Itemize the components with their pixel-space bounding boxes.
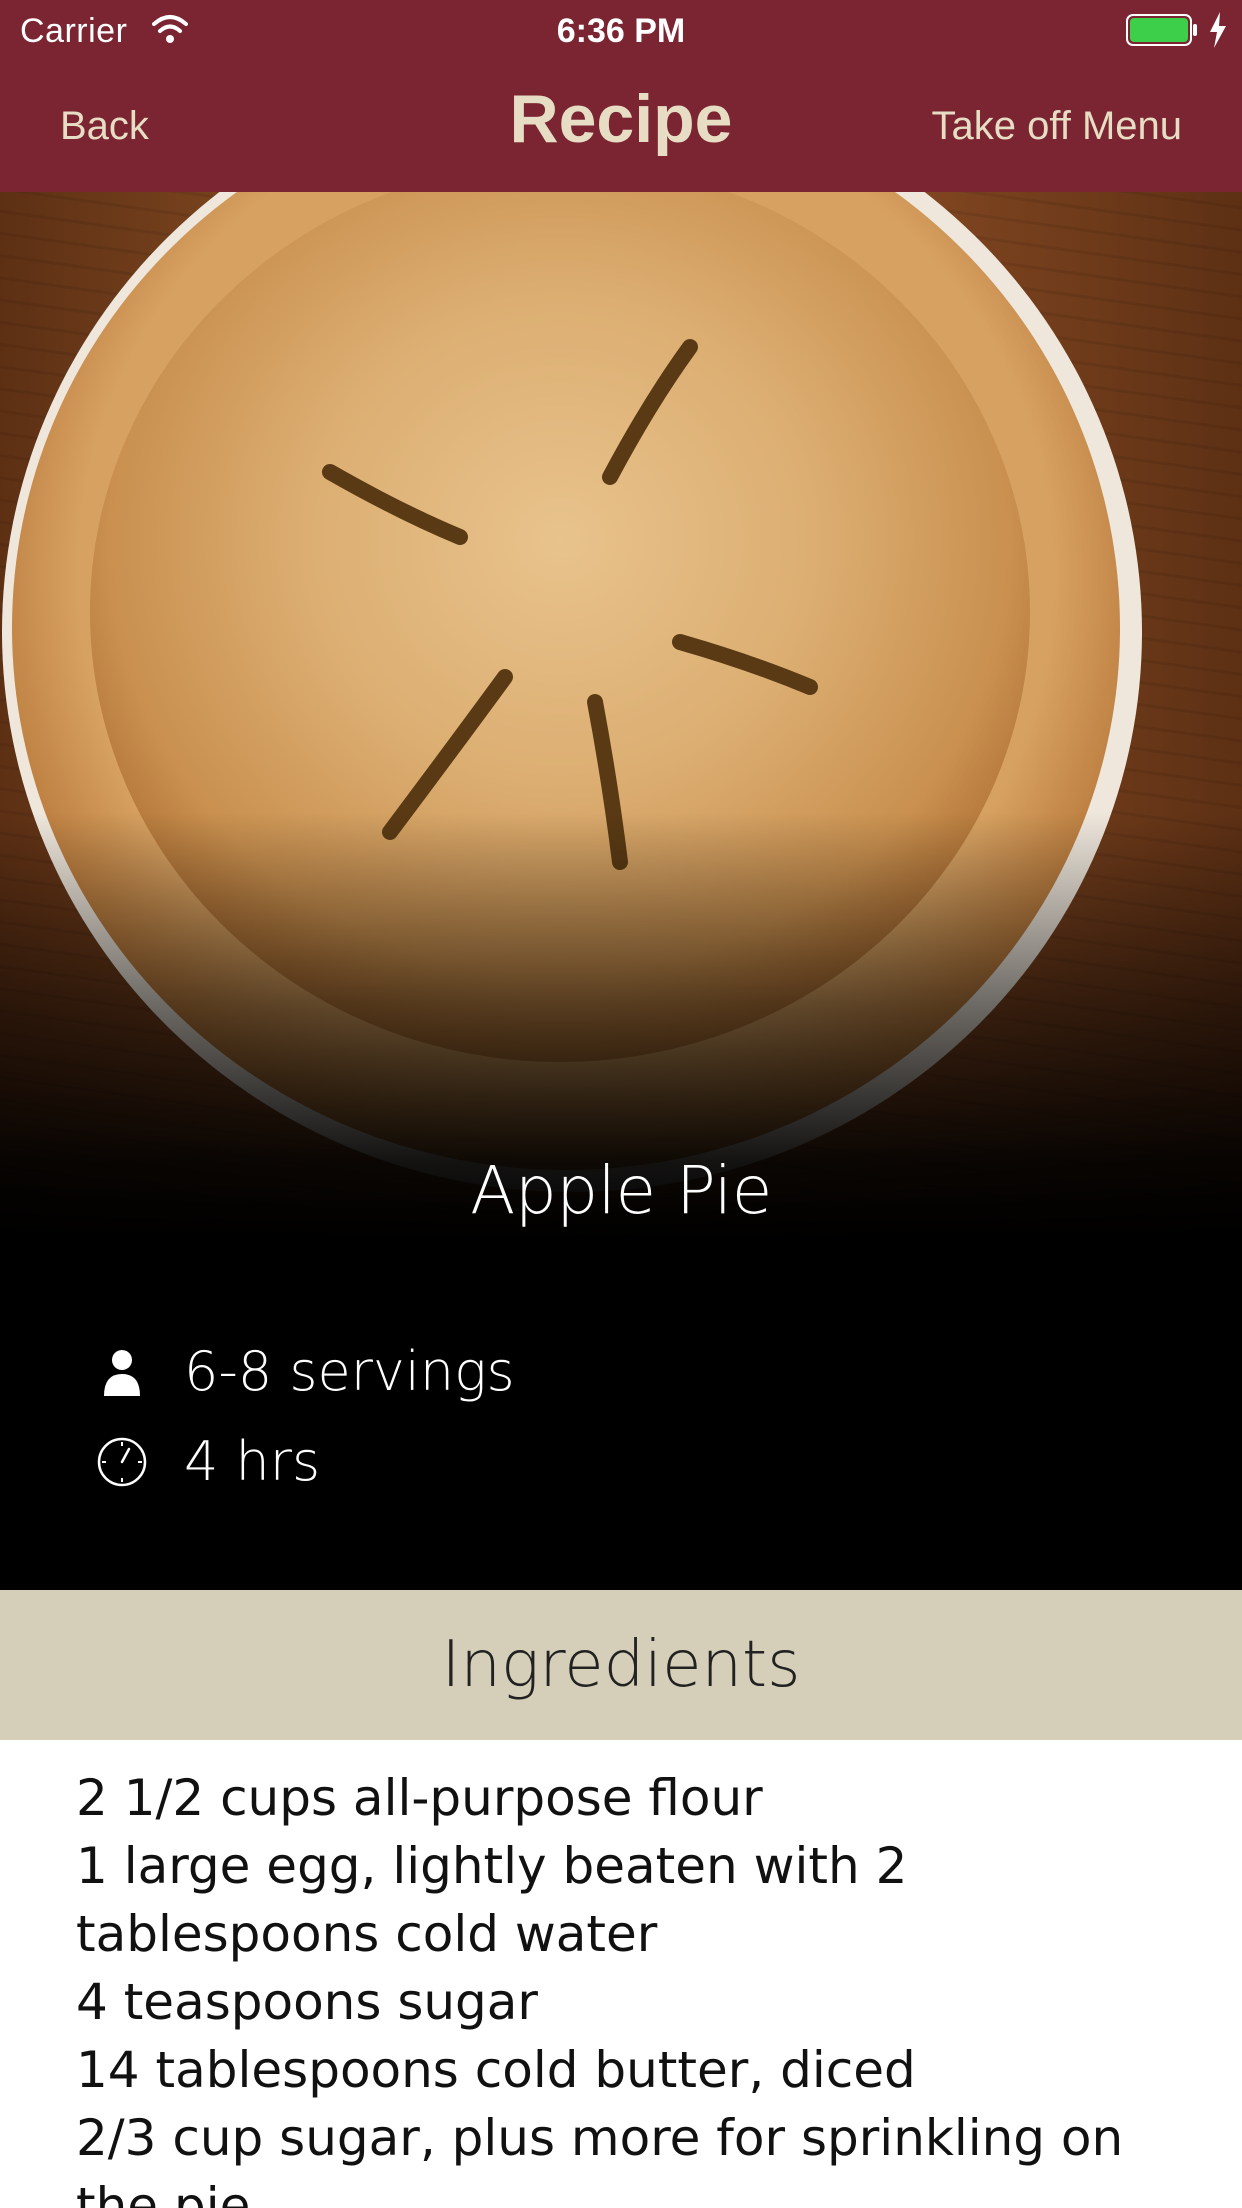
ingredient-item: 4 teaspoons sugar bbox=[76, 1973, 538, 2031]
charging-icon bbox=[1210, 12, 1226, 48]
back-button[interactable]: Back bbox=[60, 104, 149, 149]
ingredient-item: 1 large egg, lightly beaten with 2 table… bbox=[76, 1837, 908, 1963]
servings-text: 6-8 servings bbox=[184, 1340, 515, 1403]
battery-icon bbox=[1126, 14, 1197, 46]
servings-row: 6-8 servings bbox=[96, 1340, 515, 1403]
clock-icon bbox=[97, 1437, 147, 1486]
time-row: 4 hrs bbox=[96, 1430, 320, 1493]
ingredients-title: Ingredients bbox=[441, 1628, 801, 1702]
person-icon bbox=[104, 1349, 140, 1396]
time-text: 4 hrs bbox=[184, 1430, 321, 1493]
header: Carrier 6:36 PM Back Recipe Take off Men… bbox=[0, 0, 1242, 192]
ingredient-item: 2 1/2 cups all-purpose flour bbox=[76, 1769, 763, 1827]
recipe-name: Apple Pie bbox=[470, 1152, 772, 1229]
ingredient-list: 2 1/2 cups all-purpose flour 1 large egg… bbox=[76, 1764, 1176, 2208]
status-time: 6:36 PM bbox=[556, 12, 686, 50]
status-bar: Carrier 6:36 PM bbox=[0, 0, 1242, 60]
recipe-hero: Apple Pie 6-8 servings 4 hrs bbox=[0, 192, 1242, 1590]
ingredient-item: 2/3 cup sugar, plus more for sprinkling … bbox=[76, 2109, 1124, 2208]
take-off-menu-button[interactable]: Take off Menu bbox=[931, 104, 1182, 149]
ingredients-header: Ingredients bbox=[0, 1590, 1242, 1740]
ingredient-item: 14 tablespoons cold butter, diced bbox=[76, 2041, 916, 2099]
